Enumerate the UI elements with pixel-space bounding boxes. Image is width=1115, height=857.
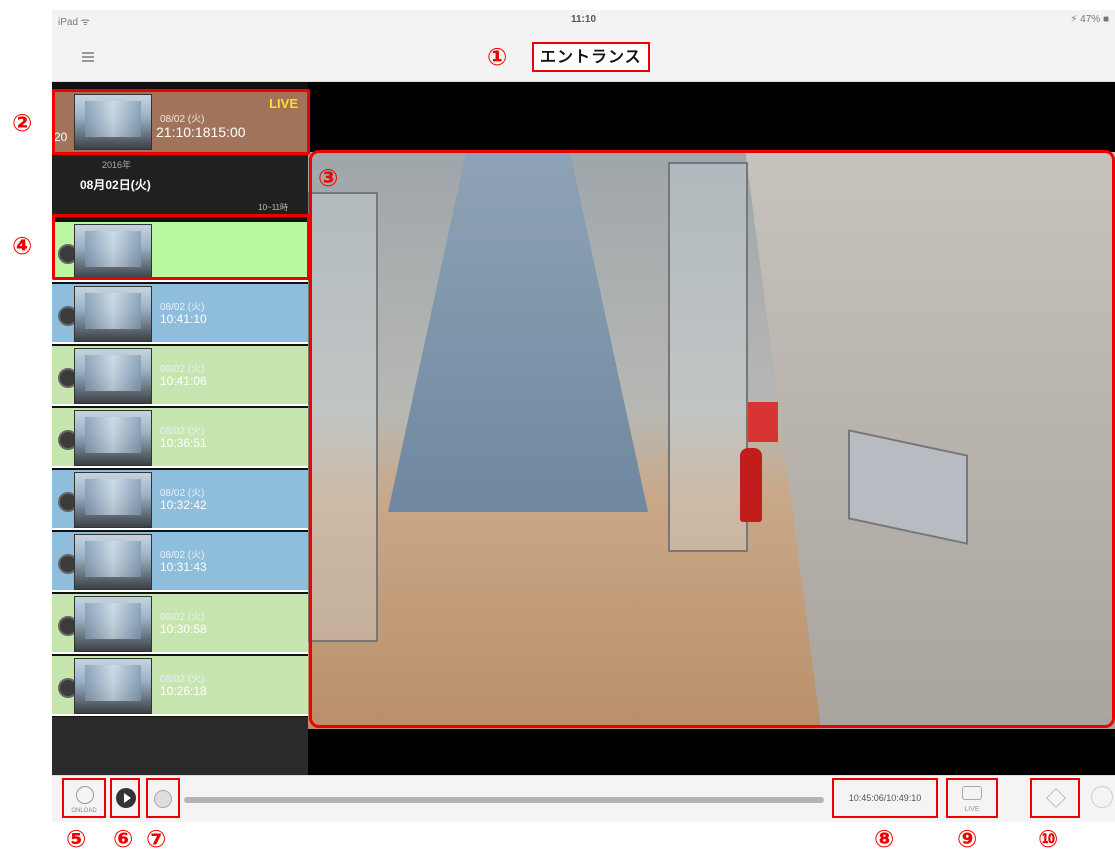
day-year: 2016年 xyxy=(102,160,132,170)
day-date: 08月02日(火) xyxy=(80,178,151,192)
play-button[interactable] xyxy=(110,778,140,818)
seek-knob-icon xyxy=(154,790,172,808)
sidebar-footer xyxy=(52,717,308,775)
share-icon xyxy=(1046,788,1066,808)
viewer-highlight xyxy=(309,150,1115,728)
seek-handle[interactable] xyxy=(146,778,180,818)
clip-thumbnail xyxy=(74,410,152,466)
share-button[interactable] xyxy=(1030,778,1080,818)
marker-4: ④ xyxy=(12,233,33,260)
timer-button[interactable]: ONLOAD xyxy=(62,778,106,818)
clip-list-item[interactable]: 08/02 (火) 10:36:51 xyxy=(52,408,308,468)
clip-date: 08/02 (火) xyxy=(160,674,205,685)
clip-time: 10:36:51 xyxy=(160,436,207,450)
day-header[interactable]: 2016年 08月02日(火) 10~11時 xyxy=(52,154,308,218)
clip-list-item[interactable]: 08/02 (火) 10:32:42 xyxy=(52,470,308,530)
time-readout: 10:45:06/10:49:10 xyxy=(832,778,938,818)
clip-list-item[interactable]: 08/02 (火) 10:30:58 xyxy=(52,594,308,654)
live-view-label: LIVE xyxy=(964,806,980,813)
clip-thumbnail xyxy=(74,534,152,590)
clip-thumbnail xyxy=(74,286,152,342)
camera-icon xyxy=(962,786,982,800)
clip-date: 08/02 (火) xyxy=(160,426,205,437)
annotated-screenshot: iPad ᯤ 11:10 ⚡ 47% ■ エントランス LIVE 08/02 (… xyxy=(0,0,1115,857)
marker-6: ⑥ xyxy=(113,826,134,853)
marker-9: ⑨ xyxy=(957,826,978,853)
clip-list-item[interactable]: 08/02 (火) 10:41:10 xyxy=(52,284,308,344)
marker-3: ③ xyxy=(318,165,339,192)
clip-time: 10:32:42 xyxy=(160,498,207,512)
marker-7: ⑦ xyxy=(146,826,167,853)
recording-sidebar: LIVE 08/02 (火) 21:10:1815:00 20 2016年 08… xyxy=(52,82,308,775)
clip-date: 08/02 (火) xyxy=(160,302,205,313)
clip-time: 10:31:43 xyxy=(160,560,207,574)
clip-thumbnail xyxy=(74,348,152,404)
clip-date: 08/02 (火) xyxy=(160,612,205,623)
clip-thumbnail xyxy=(74,472,152,528)
seek-bar[interactable] xyxy=(184,797,824,803)
power-icon[interactable] xyxy=(1091,786,1113,808)
day-hour-range: 10~11時 xyxy=(258,203,288,212)
clip-date: 08/02 (火) xyxy=(160,364,205,375)
timer-label: ONLOAD xyxy=(71,808,97,814)
clock-icon xyxy=(76,786,94,804)
clip-time: 10:41:10 xyxy=(160,312,207,326)
clip-time: 10:26:18 xyxy=(160,684,207,698)
playback-controls: ONLOAD 10:45:06/10:49:10 LIVE xyxy=(52,775,1115,822)
marker-10: ⑩ xyxy=(1038,826,1059,853)
clip-date: 08/02 (火) xyxy=(160,550,205,561)
clip-time: 10:41:06 xyxy=(160,374,207,388)
marker-5: ⑤ xyxy=(66,826,87,853)
camera-title: エントランス xyxy=(532,42,650,72)
clip-thumbnail xyxy=(74,596,152,652)
status-clock: 11:10 xyxy=(570,14,597,25)
live-item-highlight xyxy=(52,89,310,155)
clip-list-item[interactable]: 08/02 (火) 10:26:18 xyxy=(52,656,308,716)
marker-2: ② xyxy=(12,110,33,137)
clip-list-item[interactable]: 08/02 (火) 10:31:43 xyxy=(52,532,308,592)
clip-date: 08/02 (火) xyxy=(160,488,205,499)
clip-list-item[interactable]: 08/02 (火) 10:41:06 xyxy=(52,346,308,406)
clip-highlight xyxy=(52,214,310,280)
marker-1: ① xyxy=(487,44,508,71)
hamburger-menu-icon[interactable] xyxy=(82,52,94,62)
play-icon xyxy=(116,788,136,808)
navigation-bar: エントランス xyxy=(52,32,1115,82)
marker-8: ⑧ xyxy=(874,826,895,853)
status-bar: iPad ᯤ 11:10 ⚡ 47% ■ xyxy=(52,10,1115,32)
battery-indicator: ⚡ 47% ■ xyxy=(1070,14,1109,25)
clip-time: 10:30:58 xyxy=(160,622,207,636)
live-view-button[interactable]: LIVE xyxy=(946,778,998,818)
clip-thumbnail xyxy=(74,658,152,714)
